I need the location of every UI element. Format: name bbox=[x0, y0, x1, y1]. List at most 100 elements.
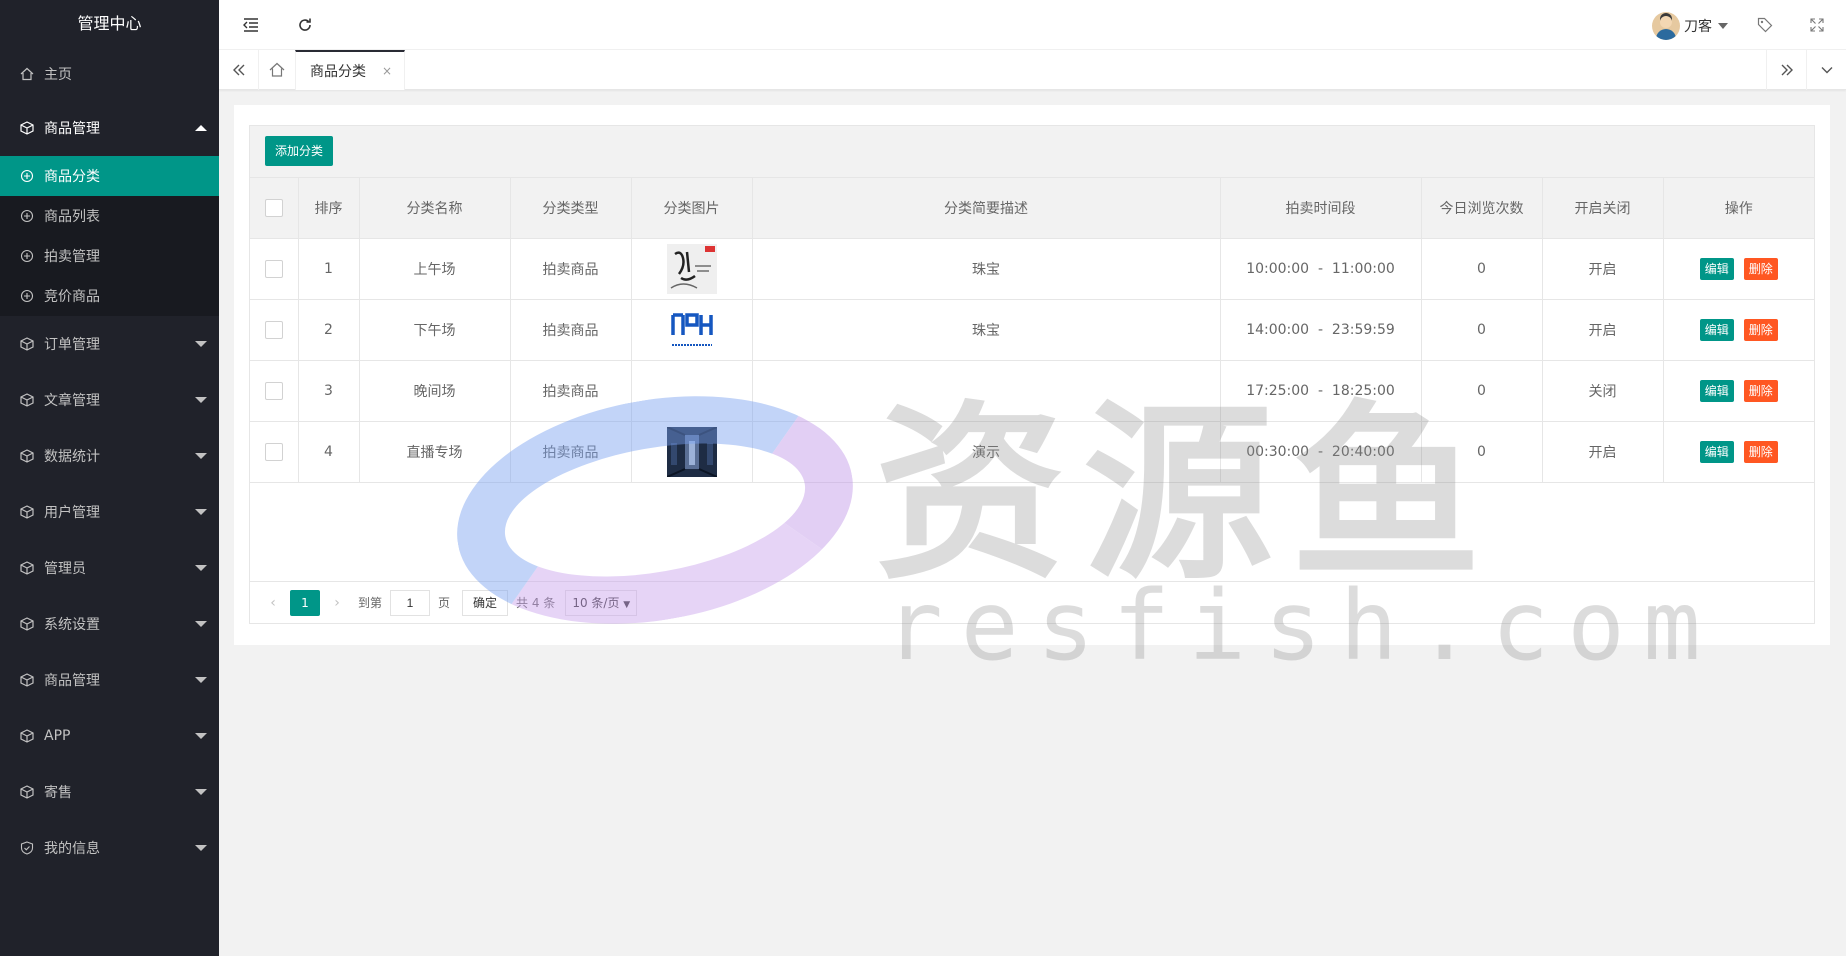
cell-status: 开启 bbox=[1542, 299, 1664, 361]
sidebar-group-0[interactable]: 订单管理 bbox=[0, 316, 219, 372]
cube-icon bbox=[20, 449, 34, 463]
cube-icon bbox=[20, 505, 34, 519]
refresh-button[interactable] bbox=[293, 13, 317, 37]
add-category-button[interactable]: 添加分类 bbox=[265, 136, 334, 166]
sidebar-subitem-category[interactable]: 商品分类 bbox=[0, 156, 219, 196]
tabs-bar: 商品分类 × bbox=[219, 50, 1846, 90]
next-page-button[interactable]: › bbox=[326, 595, 348, 611]
category-table: 排序 分类名称 分类类型 分类图片 分类简要描述 拍卖时间段 今日浏览次数 开启… bbox=[250, 178, 1814, 483]
caret-down-icon bbox=[195, 509, 207, 515]
sidebar-group-9[interactable]: 我的信息 bbox=[0, 820, 219, 876]
cube-icon bbox=[20, 337, 34, 351]
tab-home[interactable] bbox=[259, 50, 295, 90]
tabs-menu-button[interactable] bbox=[1806, 50, 1846, 90]
goto-confirm-button[interactable]: 确定 bbox=[462, 589, 509, 616]
sidebar-group-5[interactable]: 系统设置 bbox=[0, 596, 219, 652]
delete-button[interactable]: 删除 bbox=[1743, 318, 1778, 341]
chevron-down-icon bbox=[1821, 67, 1832, 74]
cell-views: 0 bbox=[1421, 299, 1543, 361]
sidebar-group-3[interactable]: 用户管理 bbox=[0, 484, 219, 540]
fullscreen-icon bbox=[1810, 18, 1824, 32]
cell-time: 14:00:00 - 23:59:59 bbox=[1220, 299, 1422, 361]
home-icon bbox=[20, 67, 34, 81]
row-checkbox-cell bbox=[250, 421, 299, 483]
double-chevron-right-icon bbox=[1781, 64, 1793, 76]
app-title: 管理中心 bbox=[77, 14, 142, 33]
tag-button[interactable] bbox=[1753, 13, 1777, 37]
cell-name: 直播专场 bbox=[359, 421, 511, 483]
tabs-scroll-left-button[interactable] bbox=[219, 50, 259, 90]
edit-button[interactable]: 编辑 bbox=[1699, 318, 1734, 341]
table-row: 1 上午场 拍卖商品 珠宝 10:00:00 - 11:00:00 0 开启 编辑 删除 bbox=[250, 238, 1814, 300]
sidebar-group-4[interactable]: 管理员 bbox=[0, 540, 219, 596]
sidebar-subitem-auction[interactable]: 拍卖管理 bbox=[0, 236, 219, 276]
col-header: 开启关闭 bbox=[1542, 178, 1664, 239]
row-checkbox[interactable] bbox=[264, 442, 283, 461]
tabs-scroll-right-button[interactable] bbox=[1766, 50, 1806, 90]
page-size-select[interactable]: 10 条/页 ▼ bbox=[565, 589, 638, 616]
cell-status: 开启 bbox=[1542, 421, 1664, 483]
tab-label: 商品分类 bbox=[310, 64, 366, 80]
sidebar-item-home[interactable]: 主页 bbox=[0, 48, 219, 100]
cell-sort: 3 bbox=[298, 360, 360, 422]
sidebar-item-label: 管理员 bbox=[44, 561, 86, 577]
cube-icon bbox=[20, 729, 34, 743]
goto-page-input[interactable] bbox=[390, 589, 431, 616]
close-icon[interactable]: × bbox=[382, 64, 392, 78]
cell-time: 10:00:00 - 11:00:00 bbox=[1220, 238, 1422, 300]
prev-page-button[interactable]: ‹ bbox=[262, 595, 284, 611]
sidebar-item-label: 我的信息 bbox=[44, 841, 100, 857]
plus-circle-icon bbox=[20, 249, 34, 263]
fullscreen-button[interactable] bbox=[1805, 13, 1829, 37]
sidebar-group-2[interactable]: 数据统计 bbox=[0, 428, 219, 484]
cell-sort: 2 bbox=[298, 299, 360, 361]
cell-sort: 4 bbox=[298, 421, 360, 483]
row-checkbox[interactable] bbox=[264, 320, 283, 339]
cell-name: 晚间场 bbox=[359, 360, 511, 422]
cell-desc bbox=[752, 360, 1221, 422]
cell-image bbox=[631, 238, 753, 300]
sidebar-item-label: 系统设置 bbox=[44, 617, 100, 633]
category-thumbnail[interactable] bbox=[666, 243, 717, 294]
category-thumbnail[interactable] bbox=[666, 304, 717, 355]
username: 刀客 bbox=[1684, 19, 1712, 35]
row-checkbox[interactable] bbox=[264, 381, 283, 400]
sidebar-group-1[interactable]: 文章管理 bbox=[0, 372, 219, 428]
sidebar-item-goods[interactable]: 商品管理 bbox=[0, 100, 219, 156]
menu-toggle-button[interactable] bbox=[239, 13, 263, 37]
sidebar-subitem-label: 拍卖管理 bbox=[44, 249, 100, 265]
cube-icon bbox=[20, 785, 34, 799]
sidebar-item-label: 用户管理 bbox=[44, 505, 100, 521]
cell-image bbox=[631, 421, 753, 483]
sidebar-subitem-bidding[interactable]: 竞价商品 bbox=[0, 276, 219, 316]
cube-icon bbox=[20, 121, 34, 135]
sidebar-subitem-list[interactable]: 商品列表 bbox=[0, 196, 219, 236]
sidebar-group-8[interactable]: 寄售 bbox=[0, 764, 219, 820]
edit-button[interactable]: 编辑 bbox=[1699, 379, 1734, 402]
col-header: 拍卖时间段 bbox=[1220, 178, 1422, 239]
category-thumbnail[interactable] bbox=[666, 426, 717, 477]
select-all-checkbox[interactable] bbox=[264, 198, 283, 217]
cell-status: 开启 bbox=[1542, 238, 1664, 300]
sidebar-group-7[interactable]: APP bbox=[0, 708, 219, 764]
cell-views: 0 bbox=[1421, 238, 1543, 300]
cell-sort: 1 bbox=[298, 238, 360, 300]
sidebar-item-label: 商品管理 bbox=[44, 121, 100, 137]
row-checkbox[interactable] bbox=[264, 259, 283, 278]
delete-button[interactable]: 删除 bbox=[1743, 440, 1778, 463]
current-page-button[interactable]: 1 bbox=[290, 589, 320, 616]
delete-button[interactable]: 删除 bbox=[1743, 379, 1778, 402]
content-card: 添加分类 排序 分类名称 分类类型 分类图片 分类简要描述 拍卖时间段 今日浏览… bbox=[234, 105, 1830, 645]
edit-button[interactable]: 编辑 bbox=[1699, 440, 1734, 463]
cell-views: 0 bbox=[1421, 421, 1543, 483]
row-checkbox-cell bbox=[250, 238, 299, 300]
sidebar-group-6[interactable]: 商品管理 bbox=[0, 652, 219, 708]
avatar bbox=[1652, 12, 1680, 40]
user-menu[interactable]: 刀客 bbox=[1652, 12, 1728, 40]
delete-button[interactable]: 删除 bbox=[1743, 257, 1778, 280]
edit-button[interactable]: 编辑 bbox=[1699, 257, 1734, 280]
refresh-icon bbox=[299, 18, 311, 31]
cell-actions: 编辑 删除 bbox=[1663, 238, 1814, 300]
cell-actions: 编辑 删除 bbox=[1663, 360, 1814, 422]
tab-category[interactable]: 商品分类 × bbox=[295, 50, 405, 90]
